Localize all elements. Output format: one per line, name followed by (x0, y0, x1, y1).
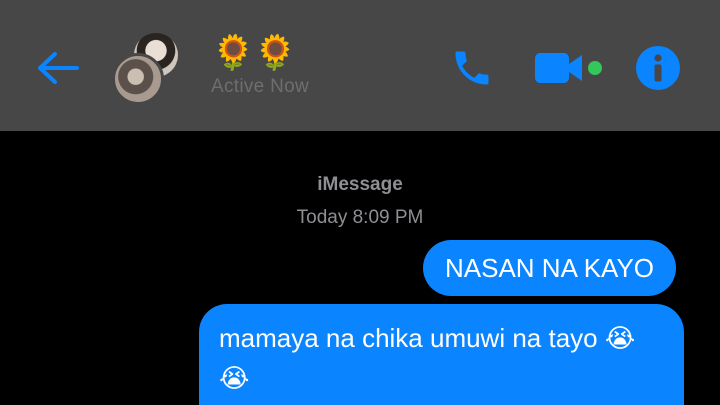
video-call-button[interactable] (532, 46, 608, 90)
sent-message-bubble[interactable]: NASAN NA KAYO (423, 240, 677, 296)
chat-header: 🌻🌻 Active Now (0, 0, 720, 131)
avatar (112, 53, 164, 105)
sent-message-bubble[interactable]: mamaya na chika umuwi na tayo 😭 😭 (199, 304, 684, 405)
info-icon (636, 46, 680, 90)
phone-icon (455, 51, 489, 85)
call-button[interactable] (446, 42, 498, 94)
online-dot-icon (588, 61, 602, 75)
video-camera-icon (535, 53, 602, 83)
active-status: Active Now (211, 76, 310, 97)
group-avatar[interactable] (112, 33, 188, 105)
contact-name[interactable]: 🌻🌻 (212, 33, 297, 73)
message-timestamp: Today 8:09 PM (296, 207, 424, 228)
back-button[interactable] (32, 45, 82, 91)
service-label: iMessage (317, 174, 403, 195)
back-arrow-icon (38, 52, 79, 84)
info-button[interactable] (634, 44, 682, 92)
